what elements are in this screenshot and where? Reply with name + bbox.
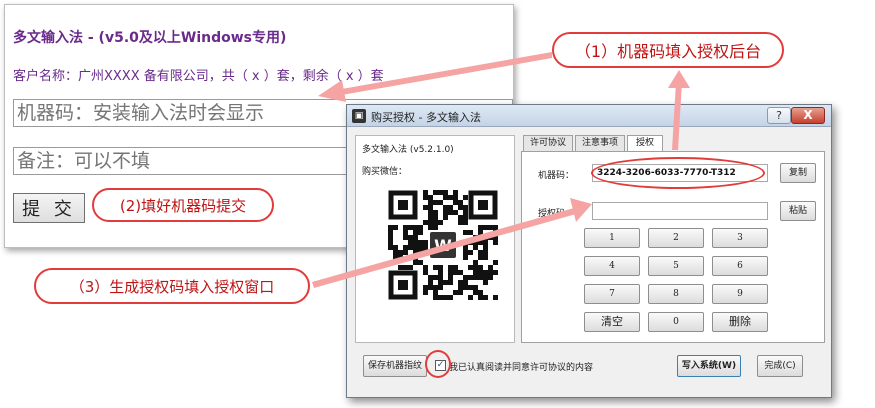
tab-license-agreement[interactable]: 许可协议 [523, 135, 573, 151]
keypad-7[interactable]: 7 [584, 284, 640, 304]
agree-text: 我已认真阅读并同意许可协议的内容 [449, 363, 594, 373]
customer-info: 客户名称：广州XXXX 备有限公司，共（ x ）套，剩余（ x ）套 [13, 69, 384, 84]
info-panel: 多文输入法 (v5.2.1.0) 购买微信： W [355, 135, 515, 343]
keypad-2[interactable]: 2 [648, 228, 704, 248]
wechat-qr-code: W [388, 190, 498, 300]
keypad-5[interactable]: 5 [648, 256, 704, 276]
close-button[interactable]: X [791, 107, 825, 124]
callout-step3: （3）生成授权码填入授权窗口 [34, 268, 310, 304]
app-version: 多文输入法 (v5.2.1.0) [362, 145, 454, 155]
tab-notes[interactable]: 注意事项 [575, 135, 625, 151]
write-system-button[interactable]: 写入系统(W) [677, 355, 741, 377]
done-button[interactable]: 完成(C) [757, 355, 803, 377]
keypad-delete[interactable]: 删除 [712, 312, 768, 332]
keypad-8[interactable]: 8 [648, 284, 704, 304]
dialog-titlebar: ▣ 购买授权 - 多文输入法 ? X [347, 105, 831, 127]
help-button[interactable]: ? [767, 107, 791, 124]
wechat-label: 购买微信： [362, 167, 408, 177]
copy-button[interactable]: 复制 [780, 163, 816, 183]
keypad-6[interactable]: 6 [712, 256, 768, 276]
keypad-1[interactable]: 1 [584, 228, 640, 248]
app-icon: ▣ [352, 109, 366, 123]
keypad-4[interactable]: 4 [584, 256, 640, 276]
callout-step1: （1）机器码填入授权后台 [552, 32, 784, 68]
paste-button[interactable]: 粘贴 [780, 201, 816, 221]
keypad-clear[interactable]: 清空 [584, 312, 640, 332]
submit-button[interactable]: 提 交 [13, 193, 85, 223]
keypad-0[interactable]: 0 [648, 312, 704, 332]
form-title: 多文输入法 - (v5.0及以上Windows专用) [13, 30, 287, 46]
purchase-license-dialog: ▣ 购买授权 - 多文输入法 ? X 多文输入法 (v5.2.1.0) 购买微信… [346, 104, 832, 398]
machine-code-label: 机器码： [538, 171, 575, 181]
callout-step2: (2)填好机器码提交 [92, 188, 274, 222]
auth-code-field[interactable] [592, 202, 768, 220]
save-fingerprint-button[interactable]: 保存机器指纹 [363, 355, 427, 377]
keypad-9[interactable]: 9 [712, 284, 768, 304]
auth-code-label: 授权码： [538, 209, 575, 219]
dialog-title: 购买授权 - 多文输入法 [371, 111, 481, 124]
tab-authorize[interactable]: 授权 [627, 135, 663, 152]
qr-logo-letter: W [434, 236, 452, 255]
keypad-3[interactable]: 3 [712, 228, 768, 248]
agree-checkbox-highlight [425, 350, 451, 378]
machine-code-highlight [591, 157, 765, 189]
